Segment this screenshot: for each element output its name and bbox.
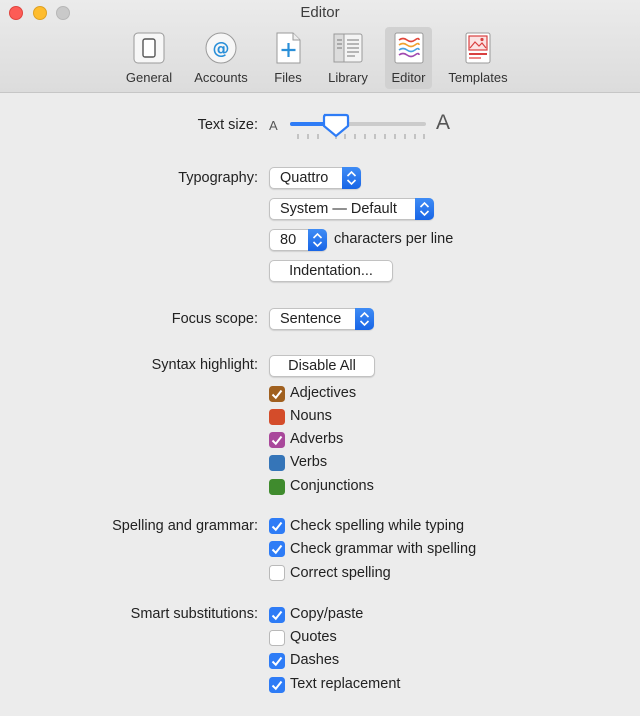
- characters-per-line-stepper[interactable]: 80: [269, 229, 327, 251]
- checkmark-icon: [271, 389, 283, 400]
- indentation-button[interactable]: Indentation...: [269, 260, 393, 282]
- smart-substitutions-label: Smart substitutions:: [130, 606, 258, 622]
- large-text-glyph: A: [436, 111, 451, 134]
- dashes-checkbox[interactable]: [269, 653, 285, 669]
- new-file-icon: [276, 32, 301, 64]
- characters-per-line-value: 80: [280, 232, 297, 248]
- toolbar-accounts-label: Accounts: [194, 70, 248, 85]
- toolbar-files[interactable]: Files: [264, 27, 312, 89]
- characters-per-line-label: characters per line: [334, 231, 454, 247]
- toolbar-general[interactable]: General: [120, 27, 178, 89]
- title-bar: Editor General @ Accounts Files Library …: [0, 0, 640, 93]
- checkmark-icon: [271, 656, 283, 667]
- templates-icon: [465, 32, 491, 64]
- quotes-checkbox[interactable]: [269, 630, 285, 646]
- svg-text:@: @: [213, 39, 230, 59]
- line-font-popup[interactable]: System — Default: [269, 198, 434, 220]
- text-size-label: Text size:: [197, 117, 258, 133]
- text-replacement-label: Text replacement: [290, 676, 401, 692]
- checkmark-icon: [271, 521, 283, 532]
- font-popup[interactable]: Quattro: [269, 167, 361, 189]
- dashes-label: Dashes: [290, 652, 340, 668]
- nouns-checkbox[interactable]: [269, 409, 285, 425]
- toolbar-files-label: Files: [274, 70, 302, 85]
- copy-paste-label: Copy/paste: [290, 606, 364, 622]
- spelling-grammar-label: Spelling and grammar:: [112, 518, 258, 534]
- conjunctions-checkbox[interactable]: [269, 479, 285, 495]
- focus-scope-label: Focus scope:: [171, 311, 258, 327]
- toolbar-editor-label: Editor: [391, 70, 426, 85]
- small-text-glyph: A: [269, 118, 278, 133]
- adjectives-checkbox[interactable]: [269, 386, 285, 402]
- adverbs-label: Adverbs: [290, 431, 344, 447]
- focus-scope-popup[interactable]: Sentence: [269, 308, 374, 330]
- stepper-chevrons-icon: [308, 229, 327, 251]
- verbs-checkbox[interactable]: [269, 455, 285, 471]
- conjunctions-label: Conjunctions: [290, 478, 374, 494]
- focus-scope-value: Sentence: [280, 311, 342, 327]
- check-grammar-label: Check grammar with spelling: [290, 541, 477, 557]
- editor-icon: [394, 32, 423, 64]
- toolbar-accounts[interactable]: @ Accounts: [188, 27, 254, 89]
- toolbar-templates-label: Templates: [448, 70, 508, 85]
- nouns-label: Nouns: [290, 408, 332, 424]
- line-font-popup-value: System — Default: [280, 201, 397, 217]
- syntax-highlight-label: Syntax highlight:: [151, 357, 258, 373]
- adjectives-label: Adjectives: [290, 385, 357, 401]
- popup-chevrons-icon: [342, 167, 361, 189]
- checkmark-icon: [271, 680, 283, 691]
- correct-spelling-label: Correct spelling: [290, 565, 391, 581]
- copy-paste-checkbox[interactable]: [269, 607, 285, 623]
- popup-chevrons-icon: [415, 198, 434, 220]
- toolbar-editor[interactable]: Editor: [385, 27, 432, 89]
- check-grammar-checkbox[interactable]: [269, 541, 285, 557]
- verbs-label: Verbs: [290, 454, 328, 470]
- at-sign-icon: @: [205, 32, 237, 64]
- checkmark-icon: [271, 544, 283, 555]
- general-icon: [133, 32, 165, 64]
- popup-chevrons-icon: [355, 308, 374, 330]
- text-size-slider[interactable]: [288, 112, 428, 144]
- check-spelling-label: Check spelling while typing: [290, 518, 465, 534]
- toolbar-library[interactable]: Library: [322, 27, 374, 89]
- library-icon: [333, 33, 363, 63]
- slider-thumb: [322, 113, 350, 138]
- window-title: Editor: [300, 4, 340, 21]
- toolbar-general-label: General: [125, 70, 173, 85]
- checkmark-icon: [271, 610, 283, 621]
- preferences-window: Editor General @ Accounts Files Library …: [0, 0, 640, 716]
- correct-spelling-checkbox[interactable]: [269, 565, 285, 581]
- font-popup-value: Quattro: [280, 170, 329, 186]
- toolbar-library-label: Library: [328, 70, 368, 85]
- disable-all-button[interactable]: Disable All: [269, 355, 375, 377]
- quotes-label: Quotes: [290, 629, 337, 645]
- typography-label: Typography:: [178, 170, 258, 186]
- toolbar-templates[interactable]: Templates: [442, 27, 514, 89]
- check-spelling-checkbox[interactable]: [269, 518, 285, 534]
- text-replacement-checkbox[interactable]: [269, 677, 285, 693]
- adverbs-checkbox[interactable]: [269, 432, 285, 448]
- checkmark-icon: [271, 435, 283, 446]
